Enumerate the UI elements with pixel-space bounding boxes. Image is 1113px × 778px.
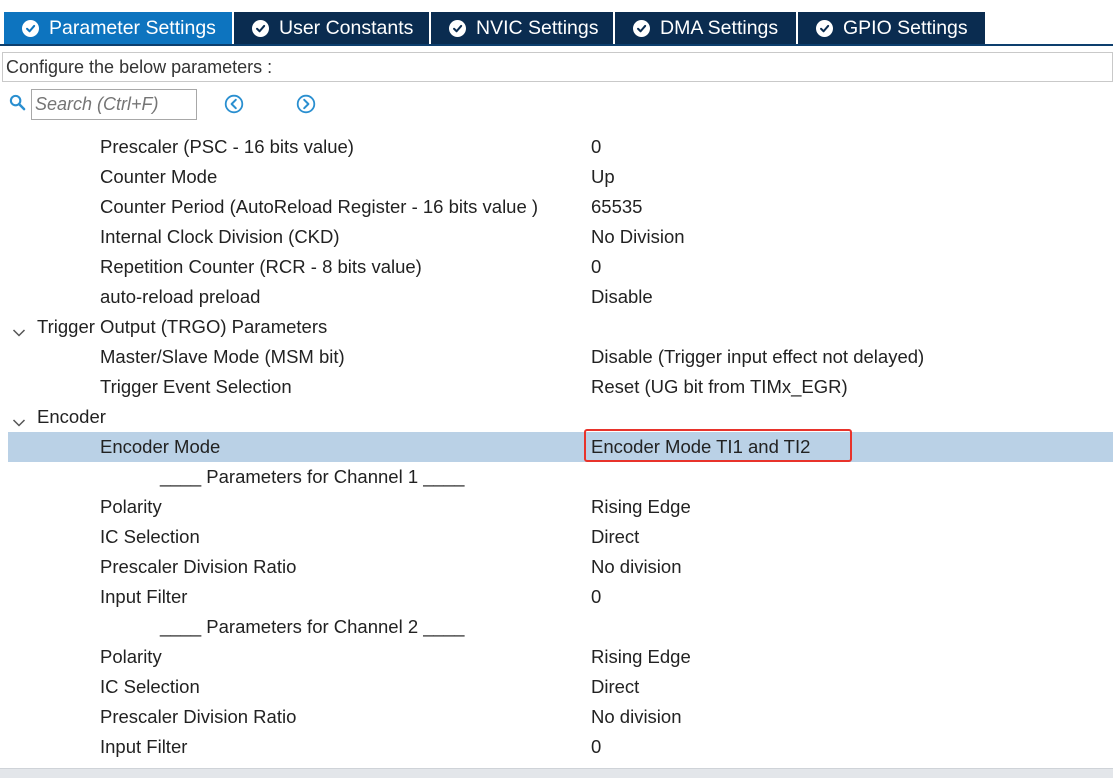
- parameter-row-prescaler[interactable]: Prescaler (PSC - 16 bits value) 0: [8, 132, 1113, 162]
- parameter-label: Prescaler (PSC - 16 bits value): [100, 136, 354, 157]
- group-row-trigger-output[interactable]: Trigger Output (TRGO) Parameters: [8, 312, 1113, 342]
- parameter-value[interactable]: 65535: [591, 196, 642, 218]
- section-label: ____ Parameters for Channel 2 ____: [160, 616, 465, 637]
- parameter-label: Polarity: [100, 496, 162, 517]
- parameter-value[interactable]: 0: [591, 256, 601, 278]
- check-circle-icon: [816, 19, 833, 37]
- parameter-row-counter-mode[interactable]: Counter Mode Up: [8, 162, 1113, 192]
- parameter-row-ic-selection[interactable]: IC Selection Direct: [8, 522, 1113, 552]
- parameter-value[interactable]: No division: [591, 706, 682, 728]
- tab-dma-settings[interactable]: DMA Settings: [615, 12, 796, 44]
- parameter-row-master-slave-mode[interactable]: Master/Slave Mode (MSM bit) Disable (Tri…: [8, 342, 1113, 372]
- tab-user-constants[interactable]: User Constants: [234, 12, 429, 44]
- parameter-row-clock-division[interactable]: Internal Clock Division (CKD) No Divisio…: [8, 222, 1113, 252]
- parameter-label: Polarity: [100, 646, 162, 667]
- parameter-label: auto-reload preload: [100, 286, 261, 307]
- parameter-row-encoder-mode[interactable]: Encoder Mode Encoder Mode TI1 and TI2: [8, 429, 1113, 462]
- parameter-value[interactable]: No Division: [591, 226, 685, 248]
- tab-label: GPIO Settings: [843, 16, 968, 39]
- parameter-row-polarity[interactable]: Polarity Rising Edge: [8, 642, 1113, 672]
- parameter-label: Internal Clock Division (CKD): [100, 226, 340, 247]
- previous-match-icon[interactable]: [224, 94, 244, 119]
- parameter-row-ic-selection[interactable]: IC Selection Direct: [8, 672, 1113, 702]
- parameter-row-input-filter[interactable]: Input Filter 0: [8, 582, 1113, 612]
- tab-parameter-settings[interactable]: Parameter Settings: [4, 12, 232, 44]
- parameter-value[interactable]: 0: [591, 136, 601, 158]
- section-header-channel-1: ____ Parameters for Channel 1 ____: [8, 462, 1113, 492]
- section-label: ____ Parameters for Channel 1 ____: [160, 466, 465, 487]
- parameter-row-counter-period[interactable]: Counter Period (AutoReload Register - 16…: [8, 192, 1113, 222]
- parameter-label: Encoder Mode: [100, 436, 221, 457]
- parameter-row-input-filter[interactable]: Input Filter 0: [8, 732, 1113, 762]
- parameter-value[interactable]: Rising Edge: [591, 496, 691, 518]
- next-match-icon[interactable]: [296, 94, 316, 119]
- parameter-label: Counter Period (AutoReload Register - 16…: [100, 196, 539, 217]
- parameter-value[interactable]: Up: [591, 166, 615, 188]
- tab-gpio-settings[interactable]: GPIO Settings: [798, 12, 985, 44]
- group-label: Trigger Output (TRGO) Parameters: [37, 316, 328, 337]
- parameter-label: Input Filter: [100, 736, 188, 757]
- parameter-label: Input Filter: [100, 586, 188, 607]
- check-circle-icon: [22, 19, 39, 37]
- highlight-box: [584, 429, 852, 462]
- parameter-row-repetition-counter[interactable]: Repetition Counter (RCR - 8 bits value) …: [8, 252, 1113, 282]
- section-header-channel-2: ____ Parameters for Channel 2 ____: [8, 612, 1113, 642]
- parameter-label: Repetition Counter (RCR - 8 bits value): [100, 256, 422, 277]
- parameter-label: Counter Mode: [100, 166, 218, 187]
- parameter-label: IC Selection: [100, 676, 200, 697]
- parameter-row-trigger-event-selection[interactable]: Trigger Event Selection Reset (UG bit fr…: [8, 372, 1113, 402]
- search-icon[interactable]: [9, 94, 26, 116]
- tab-label: User Constants: [279, 16, 414, 39]
- parameter-value[interactable]: Direct: [591, 526, 639, 548]
- parameter-label: IC Selection: [100, 526, 200, 547]
- check-circle-icon: [252, 19, 269, 37]
- parameter-label: Prescaler Division Ratio: [100, 556, 297, 577]
- configure-header: Configure the below parameters :: [2, 52, 1113, 82]
- parameter-label: Trigger Event Selection: [100, 376, 292, 397]
- parameter-value[interactable]: No division: [591, 556, 682, 578]
- tab-label: DMA Settings: [660, 16, 779, 39]
- check-circle-icon: [633, 19, 650, 37]
- parameter-value[interactable]: Rising Edge: [591, 646, 691, 668]
- parameter-value[interactable]: 0: [591, 736, 601, 758]
- chevron-down-icon[interactable]: [12, 321, 26, 343]
- parameter-value[interactable]: 0: [591, 586, 601, 608]
- check-circle-icon: [449, 19, 466, 37]
- parameter-value[interactable]: Disable (Trigger input effect not delaye…: [591, 346, 924, 368]
- parameter-label: Prescaler Division Ratio: [100, 706, 297, 727]
- parameter-value[interactable]: Disable: [591, 286, 653, 308]
- parameter-value[interactable]: Direct: [591, 676, 639, 698]
- group-label: Encoder: [37, 406, 106, 427]
- parameter-row-polarity[interactable]: Polarity Rising Edge: [8, 492, 1113, 522]
- parameter-row-prescaler-division-ratio[interactable]: Prescaler Division Ratio No division: [8, 702, 1113, 732]
- parameter-row-prescaler-division-ratio[interactable]: Prescaler Division Ratio No division: [8, 552, 1113, 582]
- parameter-label: Master/Slave Mode (MSM bit): [100, 346, 345, 367]
- tab-label: Parameter Settings: [49, 16, 216, 39]
- group-row-encoder[interactable]: Encoder: [8, 402, 1113, 432]
- search-input[interactable]: [31, 89, 197, 120]
- parameter-value[interactable]: Reset (UG bit from TIMx_EGR): [591, 376, 848, 398]
- tab-nvic-settings[interactable]: NVIC Settings: [431, 12, 613, 44]
- tab-label: NVIC Settings: [476, 16, 599, 39]
- chevron-down-icon[interactable]: [12, 411, 26, 433]
- tab-bar: Parameter Settings User Constants NVIC S…: [0, 0, 1113, 46]
- parameter-row-auto-reload-preload[interactable]: auto-reload preload Disable: [8, 282, 1113, 312]
